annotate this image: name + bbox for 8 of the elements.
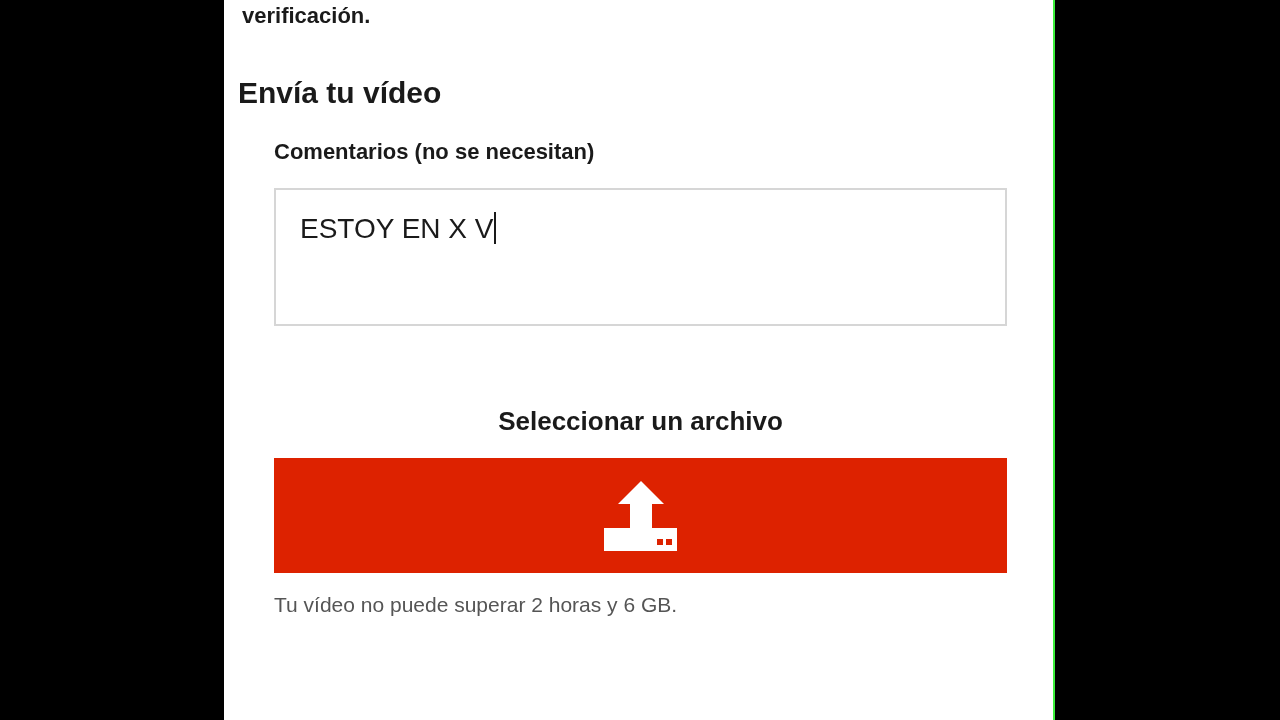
comments-label: Comentarios (no se necesitan) — [274, 138, 595, 166]
file-picker-label: Seleccionar un archivo — [498, 405, 783, 438]
upload-button[interactable] — [274, 458, 1007, 573]
size-limit-note: Tu vídeo no puede superar 2 horas y 6 GB. — [274, 592, 678, 618]
section-title: Envía tu vídeo — [237, 75, 443, 111]
comments-field[interactable]: ESTOY EN X V — [274, 188, 1007, 326]
upload-icon — [604, 480, 677, 551]
intro-text: verificación. — [241, 2, 372, 30]
